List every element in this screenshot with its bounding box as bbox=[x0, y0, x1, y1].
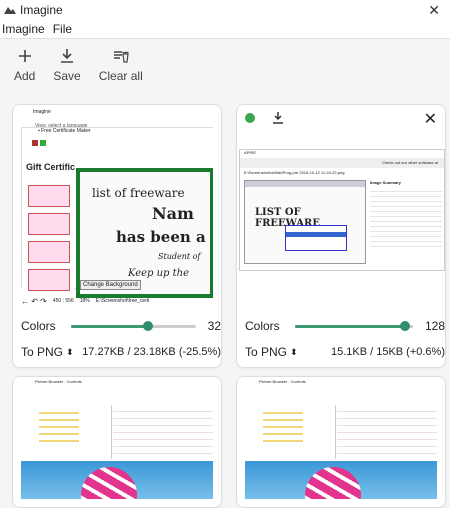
colors-value: 32 bbox=[207, 319, 221, 333]
save-button-label: Save bbox=[53, 69, 81, 83]
colors-slider-thumb[interactable] bbox=[143, 320, 154, 331]
format-select[interactable]: To PNG ⬍ bbox=[21, 345, 74, 359]
thumb-cert-mini bbox=[28, 185, 70, 207]
colors-slider[interactable] bbox=[295, 320, 413, 331]
thumb-zoom: 18% bbox=[79, 298, 90, 304]
app-title: Imagine bbox=[20, 3, 63, 17]
size-info: 15.1KB / 15KB (+0.6%) bbox=[330, 346, 445, 358]
colors-row: Colors 128 bbox=[245, 319, 445, 333]
clear-all-icon bbox=[113, 51, 129, 63]
format-row: To PNG ⬍ 15.1KB / 15KB (+0.6%) bbox=[245, 345, 445, 359]
thumb-summary-rows bbox=[370, 187, 442, 247]
format-row: To PNG ⬍ 17.27KB / 23.18KB (-25.5%) bbox=[21, 345, 221, 359]
colors-slider[interactable] bbox=[71, 320, 196, 331]
app-logo-icon bbox=[4, 7, 16, 14]
size-info: 17.27KB / 23.18KB (-25.5%) bbox=[82, 346, 221, 358]
download-icon bbox=[61, 49, 74, 63]
image-card: ✕ APIRE Check out our other software at … bbox=[236, 104, 446, 368]
thumb-title: Picture Browser - Controls bbox=[35, 379, 82, 384]
thumb-sidebar bbox=[22, 173, 74, 293]
title-bar: Imagine ✕ bbox=[0, 0, 450, 20]
thumb-preview bbox=[245, 461, 437, 499]
thumb-status-bar: ← ↶ ↷ 450 : 556 18% E:\Screenshot\free_c… bbox=[21, 295, 213, 307]
thumb-dialog: LIST OF FREEWARE bbox=[244, 180, 366, 264]
format-label: To PNG bbox=[21, 345, 64, 359]
menu-imagine[interactable]: Imagine bbox=[0, 22, 51, 36]
thumb-window: ▪ Free Certificate Maker Gift Certific l… bbox=[21, 127, 213, 298]
thumb-file-list bbox=[113, 405, 213, 459]
image-card: ✕ Picture Browser - Controls bbox=[12, 376, 222, 508]
thumb-folders bbox=[39, 407, 79, 443]
updown-icon: ⬍ bbox=[66, 346, 74, 357]
close-card-button[interactable]: ✕ bbox=[424, 109, 437, 129]
thumb-file-list bbox=[337, 405, 437, 459]
colors-value: 128 bbox=[424, 319, 445, 333]
thumb-path: E:\Screenshot\free_certi bbox=[95, 298, 150, 304]
save-button[interactable]: Save bbox=[53, 47, 81, 83]
thumb-red-box bbox=[32, 140, 38, 146]
thumb-title: APIRE bbox=[240, 150, 444, 158]
clear-all-button[interactable]: Clear all bbox=[99, 47, 143, 83]
thumb-been-text: has been a bbox=[116, 228, 206, 246]
image-thumbnail[interactable]: Picture Browser - Controls bbox=[245, 379, 437, 499]
add-button[interactable]: Add bbox=[14, 47, 35, 83]
colors-row: Colors 32 bbox=[21, 319, 221, 333]
thumb-keep-text: Keep up the bbox=[128, 268, 190, 279]
thumb-summary: Image Summary bbox=[370, 180, 442, 262]
thumb-green-box bbox=[40, 140, 46, 146]
thumb-folder-tree bbox=[21, 405, 112, 459]
thumb-balloon bbox=[81, 467, 137, 499]
add-button-label: Add bbox=[14, 69, 36, 83]
thumb-certificate: list of freeware Nam has been a Student … bbox=[76, 168, 213, 298]
thumb-folders bbox=[263, 407, 303, 443]
thumb-dropdown bbox=[285, 225, 347, 251]
thumb-window-title: ▪ Free Certificate Maker bbox=[38, 128, 91, 134]
thumb-nam-text: Nam bbox=[152, 204, 194, 223]
colors-slider-thumb[interactable] bbox=[399, 320, 410, 331]
menu-file[interactable]: File bbox=[51, 22, 78, 36]
thumb-dims: 450 : 556 bbox=[52, 298, 74, 304]
window-close-button[interactable]: ✕ bbox=[428, 2, 440, 19]
thumb-student-text: Student of bbox=[158, 252, 201, 261]
thumb-summary-title: Image Summary bbox=[370, 180, 401, 185]
plus-icon bbox=[18, 50, 31, 62]
thumb-gift-label: Gift Certific bbox=[26, 162, 76, 172]
thumb-top-link: Check out our other software at bbox=[382, 160, 438, 165]
format-label: To PNG bbox=[245, 345, 288, 359]
updown-icon: ⬍ bbox=[290, 346, 298, 357]
colors-slider-fill bbox=[71, 324, 149, 328]
status-dot bbox=[245, 113, 255, 123]
clear-all-button-label: Clear all bbox=[98, 69, 143, 83]
thumb-cert-mini bbox=[28, 241, 70, 263]
thumb-path: E:\Screenshot\old\list\Prog-pre 2016-10-… bbox=[244, 170, 345, 175]
colors-label: Colors bbox=[245, 319, 280, 333]
thumb-balloon bbox=[305, 467, 361, 499]
thumb-cert-mini bbox=[28, 269, 70, 291]
image-thumbnail[interactable]: Imagine View, select a language ▪ Free C… bbox=[21, 107, 213, 309]
thumb-list-text: list of freeware bbox=[92, 186, 185, 200]
image-card: ✕ Imagine View, select a language ▪ Free… bbox=[12, 104, 222, 368]
colors-label: Colors bbox=[21, 319, 56, 333]
thumb-dropdown-selection bbox=[286, 232, 346, 237]
image-thumbnail[interactable]: Picture Browser - Controls bbox=[21, 379, 213, 499]
thumb-change-bg-button: Change Background bbox=[80, 280, 141, 290]
thumb-title: Imagine bbox=[33, 109, 51, 115]
thumb-title: Picture Browser - Controls bbox=[259, 379, 306, 384]
image-thumbnail[interactable]: APIRE Check out our other software at E:… bbox=[239, 149, 445, 271]
thumb-cert-mini bbox=[28, 213, 70, 235]
thumb-menu: Check out our other software at bbox=[240, 158, 444, 168]
toolbar: Add Save Clear all bbox=[0, 39, 450, 105]
thumb-dialog-title bbox=[245, 181, 365, 187]
format-select[interactable]: To PNG ⬍ bbox=[245, 345, 298, 359]
image-card: ✕ Picture Browser - Controls bbox=[236, 376, 446, 508]
thumb-nav-icons: ← ↶ ↷ bbox=[21, 296, 47, 306]
download-icon[interactable] bbox=[271, 111, 285, 125]
thumb-preview bbox=[21, 461, 213, 499]
thumb-folder-tree bbox=[245, 405, 336, 459]
colors-slider-fill bbox=[295, 324, 405, 328]
menu-bar: Imagine File bbox=[0, 20, 450, 39]
